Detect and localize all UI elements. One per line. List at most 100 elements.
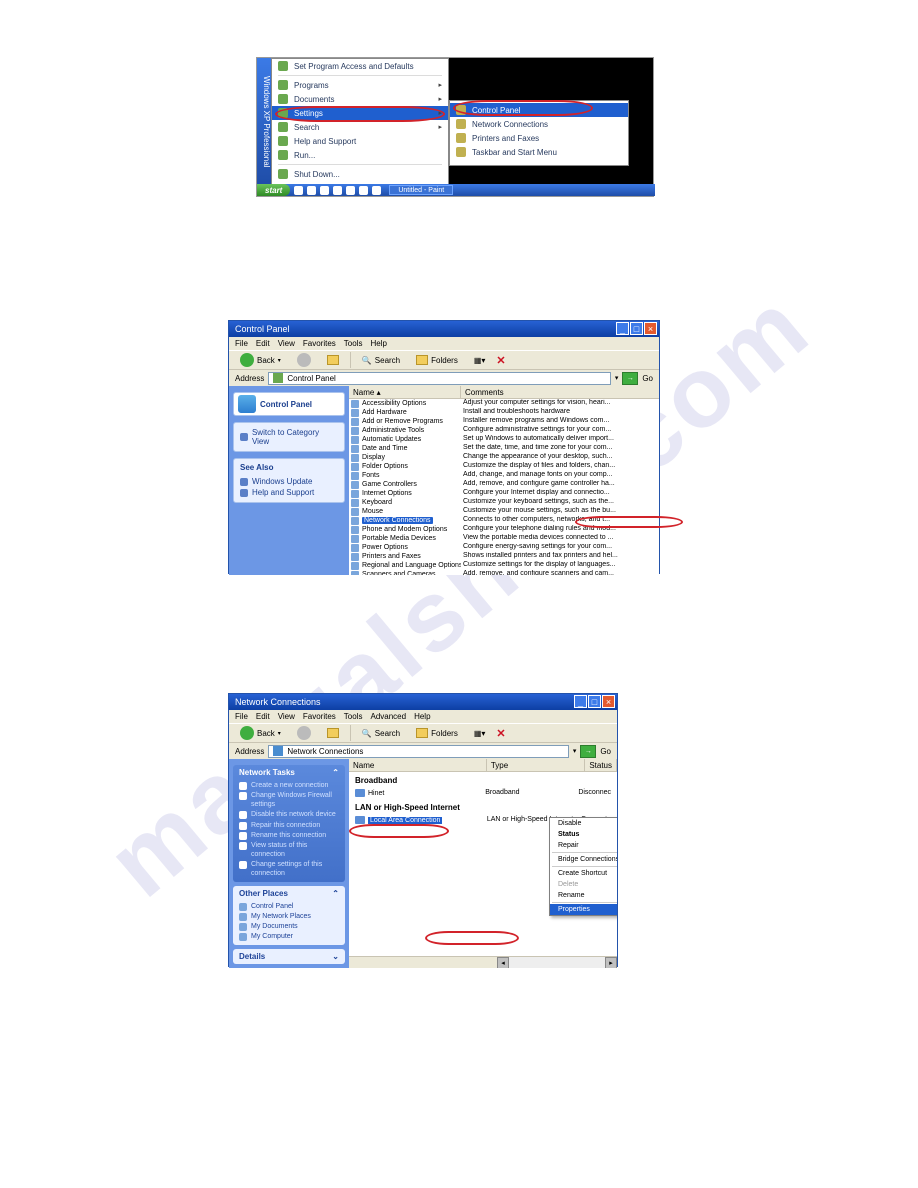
minimize-button[interactable]: _	[616, 322, 629, 335]
cp-item-row[interactable]: DisplayChange the appearance of your des…	[349, 453, 659, 462]
submenu-item[interactable]: Control Panel	[450, 103, 628, 117]
cp-item-row[interactable]: Add or Remove ProgramsInstaller remove p…	[349, 417, 659, 426]
col-comments[interactable]: Comments	[461, 386, 659, 398]
switch-category-link[interactable]: Switch to Category View	[240, 427, 338, 447]
maximize-button[interactable]: □	[630, 322, 643, 335]
cp-item-row[interactable]: Folder OptionsCustomize the display of f…	[349, 462, 659, 471]
cp-item-row[interactable]: Automatic UpdatesSet up Windows to autom…	[349, 435, 659, 444]
tray-icon[interactable]	[294, 186, 303, 195]
scroll-right-icon[interactable]: ▸	[605, 957, 617, 968]
chevron-icon[interactable]: ⌃	[332, 889, 339, 898]
menu-item[interactable]: File	[235, 712, 248, 721]
views-button[interactable]: ▦▾	[469, 727, 491, 740]
other-link[interactable]: My Computer	[239, 932, 339, 942]
col-name[interactable]: Name ▴	[349, 386, 461, 398]
menu-item[interactable]: Favorites	[303, 339, 336, 348]
maximize-button[interactable]: □	[588, 695, 601, 708]
context-menu-item[interactable]: Bridge Connections	[550, 854, 617, 865]
submenu-item[interactable]: Network Connections	[450, 117, 628, 131]
context-menu-item[interactable]: Repair	[550, 840, 617, 851]
tray-icon[interactable]	[320, 186, 329, 195]
go-button[interactable]: →	[580, 745, 596, 758]
cp-item-row[interactable]: Scanners and CamerasAdd, remove, and con…	[349, 570, 659, 575]
other-link[interactable]: Control Panel	[239, 902, 339, 912]
start-menu-item[interactable]: Programs▸	[272, 78, 448, 92]
go-button[interactable]: →	[622, 372, 638, 385]
task-link[interactable]: Change settings of this connection	[239, 860, 339, 879]
address-field[interactable]: Network Connections	[268, 745, 568, 758]
cp-item-row[interactable]: Power OptionsConfigure energy-saving set…	[349, 543, 659, 552]
delete-icon[interactable]: ✕	[496, 354, 505, 367]
task-link[interactable]: Repair this connection	[239, 821, 339, 831]
menu-item[interactable]: Edit	[256, 339, 270, 348]
tray-icon[interactable]	[359, 186, 368, 195]
tray-icon[interactable]	[346, 186, 355, 195]
start-menu-item[interactable]: Documents▸	[272, 92, 448, 106]
menu-item[interactable]: Tools	[344, 712, 363, 721]
menu-item[interactable]: Edit	[256, 712, 270, 721]
up-button[interactable]	[322, 353, 344, 367]
col-status[interactable]: Status	[585, 759, 617, 771]
task-link[interactable]: Create a new connection	[239, 781, 339, 791]
start-menu-item[interactable]: Run...	[272, 148, 448, 162]
cp-item-row[interactable]: Printers and FaxesShows installed printe…	[349, 552, 659, 561]
connection-row[interactable]: Hinet Broadband Disconnec	[349, 787, 617, 799]
search-button[interactable]: 🔍Search	[357, 727, 405, 740]
back-button[interactable]: Back▾	[235, 351, 286, 369]
up-button[interactable]	[322, 726, 344, 740]
context-menu-item[interactable]: Rename	[550, 890, 617, 901]
submenu-item[interactable]: Printers and Faxes	[450, 131, 628, 145]
col-name[interactable]: Name	[349, 759, 487, 771]
task-link[interactable]: Disable this network device	[239, 810, 339, 820]
start-menu-item[interactable]: Shut Down...	[272, 167, 448, 181]
cp-item-row[interactable]: Accessibility OptionsAdjust your compute…	[349, 399, 659, 408]
scroll-left-icon[interactable]: ◂	[497, 957, 509, 968]
context-menu-item[interactable]: Create Shortcut	[550, 868, 617, 879]
tray-icon[interactable]	[307, 186, 316, 195]
close-button[interactable]: ×	[644, 322, 657, 335]
chevron-icon[interactable]: ⌃	[332, 768, 339, 777]
task-link[interactable]: View status of this connection	[239, 841, 339, 860]
task-link[interactable]: Change Windows Firewall settings	[239, 791, 339, 810]
cp-item-row[interactable]: Game ControllersAdd, remove, and configu…	[349, 480, 659, 489]
context-menu-item[interactable]: Status	[550, 829, 617, 840]
see-also-link[interactable]: Help and Support	[240, 487, 338, 498]
start-menu-item[interactable]: Settings▸	[272, 106, 448, 120]
cp-item-row[interactable]: Administrative ToolsConfigure administra…	[349, 426, 659, 435]
menu-item[interactable]: Help	[370, 339, 386, 348]
cp-item-row[interactable]: Internet OptionsConfigure your Internet …	[349, 489, 659, 498]
context-menu-item[interactable]: Disable	[550, 818, 617, 829]
delete-icon[interactable]: ✕	[496, 727, 505, 740]
close-button[interactable]: ×	[602, 695, 615, 708]
folders-button[interactable]: Folders	[411, 726, 463, 740]
start-button[interactable]: start	[257, 184, 290, 196]
search-button[interactable]: 🔍Search	[357, 354, 405, 367]
cp-item-row[interactable]: Phone and Modem OptionsConfigure your te…	[349, 525, 659, 534]
address-field[interactable]: Control Panel	[268, 372, 610, 385]
minimize-button[interactable]: _	[574, 695, 587, 708]
menu-item[interactable]: File	[235, 339, 248, 348]
cp-item-row[interactable]: Regional and Language OptionsCustomize s…	[349, 561, 659, 570]
menu-item[interactable]: View	[278, 339, 295, 348]
tray-icon[interactable]	[333, 186, 342, 195]
col-type[interactable]: Type	[487, 759, 585, 771]
menu-item[interactable]: Advanced	[370, 712, 406, 721]
start-menu-item[interactable]: Help and Support	[272, 134, 448, 148]
start-menu-item[interactable]: Set Program Access and Defaults	[272, 59, 448, 73]
menu-item[interactable]: Help	[414, 712, 430, 721]
cp-item-row[interactable]: Date and TimeSet the date, time, and tim…	[349, 444, 659, 453]
cp-item-row[interactable]: Add HardwareInstall and troubleshoots ha…	[349, 408, 659, 417]
cp-item-row[interactable]: FontsAdd, change, and manage fonts on yo…	[349, 471, 659, 480]
other-link[interactable]: My Network Places	[239, 912, 339, 922]
horizontal-scrollbar[interactable]: ◂ ▸	[497, 957, 617, 968]
context-menu-item[interactable]: Properties	[550, 904, 617, 915]
see-also-link[interactable]: Windows Update	[240, 476, 338, 487]
cp-item-row[interactable]: Portable Media DevicesView the portable …	[349, 534, 659, 543]
folders-button[interactable]: Folders	[411, 353, 463, 367]
submenu-item[interactable]: Taskbar and Start Menu	[450, 145, 628, 159]
menu-item[interactable]: Tools	[344, 339, 363, 348]
cp-item-row[interactable]: KeyboardCustomize your keyboard settings…	[349, 498, 659, 507]
menu-item[interactable]: View	[278, 712, 295, 721]
tray-icon[interactable]	[372, 186, 381, 195]
menu-item[interactable]: Favorites	[303, 712, 336, 721]
